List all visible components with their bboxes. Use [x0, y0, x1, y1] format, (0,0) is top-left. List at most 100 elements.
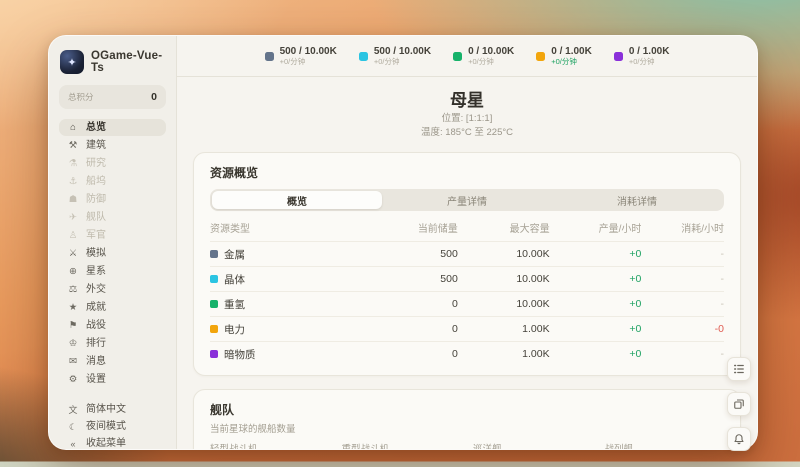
production-value: +0: [629, 323, 642, 335]
queue-list-icon: [734, 364, 744, 374]
sidebar-item-galaxy[interactable]: ⊕ 星系: [59, 263, 166, 280]
tab-consumption-details[interactable]: 消耗详情: [552, 191, 722, 209]
table-row-crystal: 晶体 500 10.00K +0 -: [210, 267, 724, 292]
metal-dot-icon: [210, 250, 218, 258]
total-points-label: 总积分: [68, 92, 94, 102]
tab-overview[interactable]: 概览: [212, 191, 382, 209]
production-value: +0: [629, 298, 642, 310]
consumption-value: -0: [714, 323, 724, 335]
sidebar-item-research[interactable]: ⚗ 研究: [59, 155, 166, 172]
fleet-card-subtitle: 当前星球的舰船数量: [210, 424, 296, 435]
planet-position: 位置: [1:1:1]: [441, 113, 493, 124]
resource-overview-card: 资源概览 概览 产量详情 消耗详情 资源类型 当前储量 最大容量 产量/小时 消…: [193, 152, 741, 376]
collapse-menu-button[interactable]: « 收起菜单: [59, 435, 166, 449]
diplomacy-icon: ⚖: [68, 283, 78, 295]
page-content: 母星 位置: [1:1:1] 温度: 185°C 至 225°C 资源概览 概览…: [177, 77, 757, 449]
sidebar-item-label: 外交: [86, 283, 106, 295]
resource-name: 重氢: [224, 298, 245, 311]
resource-chip-dark-matter: 0 / 1.00K +0/分钟: [613, 46, 670, 66]
resource-chip-crystal: 500 / 10.00K +0/分钟: [358, 46, 432, 66]
capacity-value: 10.00K: [516, 248, 550, 260]
crystal-dot-icon: [210, 275, 218, 283]
sidebar-item-label: 模拟: [86, 247, 106, 259]
consumption-value: -: [720, 298, 725, 310]
stock-value: 0: [451, 348, 458, 360]
sidebar-item-label: 消息: [86, 355, 106, 367]
globe-icon: ⊕: [69, 265, 77, 277]
language-icon: 文: [68, 404, 78, 415]
planet-title: 母星: [450, 91, 484, 110]
resource-table-header: 资源类型 当前储量 最大容量 产量/小时 消耗/小时: [210, 213, 724, 242]
sidebar-item-defense[interactable]: ☗ 防御: [59, 191, 166, 208]
sidebar-item-buildings[interactable]: ⚒ 建筑: [59, 137, 166, 154]
resource-name: 金属: [224, 248, 245, 261]
resource-table: 资源类型 当前储量 最大容量 产量/小时 消耗/小时 金属 500 10.00K…: [210, 213, 724, 366]
research-icon: ⚗: [68, 157, 78, 169]
collapse-icon: «: [70, 438, 76, 449]
fleet-card-title: 舰队: [210, 403, 235, 417]
ship-item-battleship: 战列舰0: [605, 444, 725, 449]
production-value: +0: [629, 273, 642, 285]
notifications-button[interactable]: [727, 427, 751, 451]
ship-item-cruiser: 巡洋舰0: [473, 444, 593, 449]
dark-matter-amount: 0 / 1.00K: [628, 46, 670, 57]
crystal-icon: [358, 51, 368, 61]
deuterium-rate: +0/分钟: [468, 57, 494, 66]
collapse-menu-label: 收起菜单: [86, 437, 126, 449]
shipyard-icon: ⚓: [68, 175, 78, 187]
sidebar-item-simulator[interactable]: ⚔ 模拟: [59, 245, 166, 262]
metal-amount: 500 / 10.00K: [279, 46, 337, 57]
sidebar-item-settings[interactable]: ⚙ 设置: [59, 371, 166, 388]
bell-icon: [734, 434, 744, 445]
resource-name: 电力: [224, 323, 245, 336]
sidebar-item-officers[interactable]: ♙ 军官: [59, 227, 166, 244]
build-queue-button[interactable]: [727, 357, 751, 381]
table-row-dark-matter: 暗物质 0 1.00K +0 -: [210, 342, 724, 366]
night-mode-toggle[interactable]: ☾ 夜间模式: [59, 418, 166, 435]
stacked-notes-icon: [734, 399, 744, 409]
total-points-value: 0: [151, 91, 157, 103]
consumption-value: -: [720, 273, 725, 285]
tab-production-details[interactable]: 产量详情: [382, 191, 552, 209]
resource-chip-deuterium: 0 / 10.00K +0/分钟: [453, 46, 514, 66]
sidebar-item-overview[interactable]: ⌂ 总览: [59, 119, 166, 136]
logo-icon: ✦: [60, 50, 84, 74]
gear-icon: ⚙: [68, 373, 78, 385]
sidebar-item-ranking[interactable]: ♔ 排行: [59, 335, 166, 352]
language-toggle[interactable]: 文简体中文: [59, 401, 166, 418]
resource-name: 晶体: [224, 273, 245, 286]
sidebar-item-campaign[interactable]: ⚑ 战役: [59, 317, 166, 334]
capacity-value: 1.00K: [522, 323, 550, 335]
sidebar-item-achievements[interactable]: ★ 成就: [59, 299, 166, 316]
production-value: +0: [629, 348, 642, 360]
sidebar-item-label: 防御: [86, 193, 106, 205]
sidebar-item-fleet[interactable]: ✈ 舰队: [59, 209, 166, 226]
deuterium-icon: [453, 51, 463, 61]
night-mode-label: 夜间模式: [86, 420, 126, 432]
buildings-icon: ⚒: [68, 139, 78, 151]
stock-value: 0: [451, 323, 458, 335]
resource-tabs: 概览 产量详情 消耗详情: [210, 189, 724, 211]
capacity-value: 10.00K: [516, 273, 550, 285]
dark-matter-rate: +0/分钟: [628, 57, 655, 66]
sidebar-item-label: 船坞: [86, 175, 106, 187]
col-current-stock: 当前储量: [417, 224, 458, 235]
production-value: +0: [629, 248, 642, 260]
sidebar-item-label: 排行: [86, 337, 106, 349]
sidebar-item-messages[interactable]: ✉ 消息: [59, 353, 166, 370]
sidebar-item-diplomacy[interactable]: ⚖ 外交: [59, 281, 166, 298]
table-row-deuterium: 重氢 0 10.00K +0 -: [210, 292, 724, 317]
app-title: OGame-Vue-Ts: [91, 50, 163, 74]
table-row-energy: 电力 0 1.00K +0 -0: [210, 317, 724, 342]
planet-header: 母星 位置: [1:1:1] 温度: 185°C 至 225°C: [193, 86, 741, 139]
consumption-value: -: [720, 248, 725, 260]
crystal-amount: 500 / 10.00K: [373, 46, 432, 57]
deuterium-amount: 0 / 10.00K: [468, 46, 515, 57]
resource-topbar: 500 / 10.00K +0/分钟 500 / 10.00K +0/分钟 0 / …: [177, 36, 757, 77]
sidebar-item-shipyard[interactable]: ⚓ 船坞: [59, 173, 166, 190]
side-action-buttons: [727, 357, 751, 451]
crystal-rate: +0/分钟: [373, 57, 400, 66]
resource-chip-metal: 500 / 10.00K +0/分钟: [264, 46, 337, 66]
sidebar-item-label: 星系: [86, 265, 106, 277]
reports-button[interactable]: [727, 392, 751, 416]
